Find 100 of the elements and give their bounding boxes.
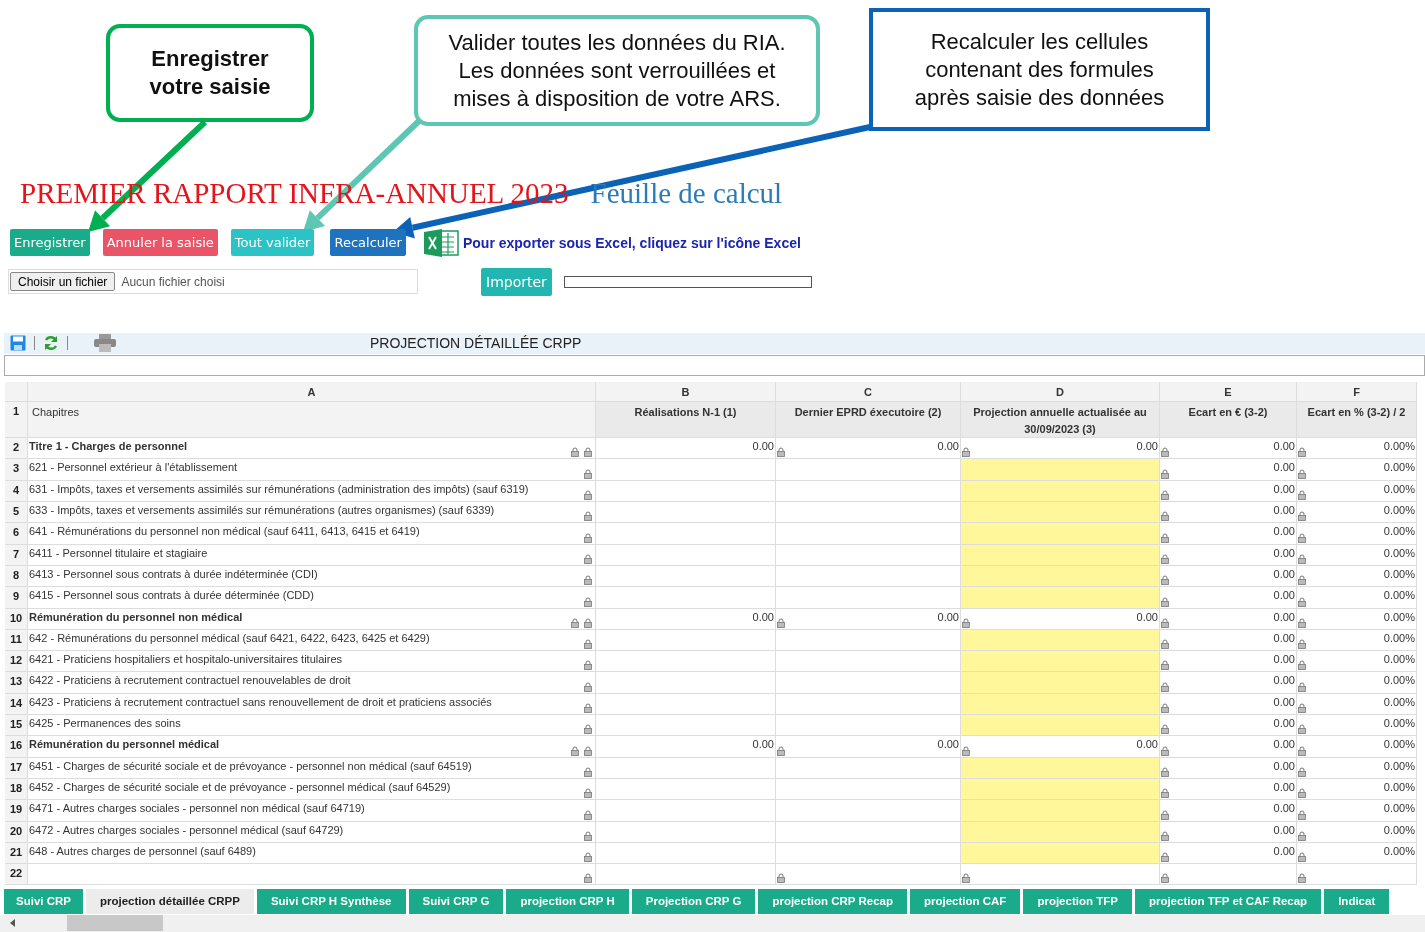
callout-text: Les données sont verrouillées et — [458, 56, 776, 85]
sheet-tab[interactable]: Suivi CRP H Synthèse — [256, 889, 406, 914]
input-cell[interactable] — [961, 651, 1160, 673]
input-cell[interactable] — [961, 693, 1160, 716]
row-number: 20 — [5, 821, 28, 843]
sheet-tab[interactable]: projection CRP H — [506, 889, 629, 914]
cell-value: 0.00% — [1383, 802, 1415, 817]
row-label: 642 - Rémunérations du personnel médical (sauf 6421, 6422, 6423, 6425 et 6429) — [29, 631, 430, 646]
cell-value: 0.00 — [1273, 567, 1295, 582]
input-cell[interactable] — [961, 778, 1160, 801]
lock-icon — [1161, 468, 1169, 479]
excel-export-link[interactable]: Pour exporter sous Excel, cliquez sur l'icône Excel — [462, 234, 801, 251]
input-cell[interactable] — [961, 523, 1160, 545]
sheet-tab[interactable]: Projection CRP G — [631, 889, 756, 914]
input-cell[interactable] — [961, 800, 1160, 822]
input-cell[interactable] — [961, 842, 1160, 865]
sheet-tab[interactable]: projection CRP Recap — [758, 889, 907, 914]
refresh-icon[interactable] — [43, 335, 59, 352]
row-number: 5 — [5, 502, 28, 524]
save-button[interactable]: Enregistrer — [10, 229, 90, 257]
input-cell[interactable] — [961, 544, 1160, 566]
input-cell[interactable] — [961, 715, 1160, 737]
scroll-left-icon[interactable] — [8, 918, 18, 929]
cell-value: 0.00 — [752, 610, 774, 625]
lock-icon — [1298, 660, 1306, 671]
choose-file-button[interactable]: Choisir un fichier — [10, 272, 116, 292]
sheet-tab[interactable]: Indicat — [1324, 889, 1390, 914]
row-label: Titre 1 - Charges de personnel — [29, 440, 188, 455]
column-header: F — [1297, 382, 1417, 403]
column-header: B — [596, 382, 776, 403]
input-cell[interactable] — [961, 565, 1160, 588]
lock-icon — [584, 617, 592, 628]
cell-value: 0.00% — [1383, 759, 1415, 774]
print-icon[interactable] — [94, 334, 116, 353]
recalc-button[interactable]: Recalculer — [330, 229, 406, 257]
sheet-tab[interactable]: Suivi CRP G — [408, 889, 504, 914]
lock-icon — [1298, 468, 1306, 479]
formula-bar[interactable] — [4, 354, 1425, 377]
input-cell[interactable] — [961, 480, 1160, 503]
cell-value: 0.00 — [1273, 759, 1295, 774]
row-label: 6423 - Praticiens à recrutement contractuel sans renouvellement de droit et praticiens associés — [29, 695, 492, 710]
cell-value: 0.00 — [937, 440, 959, 455]
lock-icon — [584, 639, 592, 650]
input-cell[interactable] — [961, 821, 1160, 843]
scroll-thumb[interactable] — [67, 915, 163, 932]
row-number: 17 — [5, 757, 28, 779]
sheet-tab[interactable]: projection CAF — [909, 889, 1021, 914]
cell-value: 0.00 — [752, 440, 774, 455]
input-cell[interactable] — [961, 459, 1160, 481]
validate-button[interactable]: Tout valider — [230, 229, 315, 257]
cell-value: 0.00% — [1383, 461, 1415, 476]
lock-icon — [1161, 553, 1169, 564]
row-label: 621 - Personnel extérieur à l'établissement — [29, 461, 238, 476]
row-number: 11 — [5, 629, 28, 652]
lock-icon — [1161, 852, 1169, 863]
sheet-tab[interactable]: projection détaillée CRPP — [85, 889, 254, 914]
lock-icon — [584, 490, 592, 501]
lock-icon — [584, 788, 592, 799]
cancel-button[interactable]: Annuler la saisie — [102, 229, 218, 257]
header-cell: Projection annuelle actualisée au 30/09/2023 (3) — [961, 402, 1160, 439]
callout-text: Valider toutes les données du RIA. — [448, 28, 786, 57]
horizontal-scrollbar[interactable] — [0, 914, 1425, 932]
lock-icon — [584, 745, 592, 756]
input-cell[interactable] — [961, 672, 1160, 694]
cell-value: 0.00% — [1383, 440, 1415, 455]
save-icon[interactable] — [10, 335, 26, 352]
header-cell: Chapitres — [28, 402, 596, 439]
input-cell[interactable] — [961, 757, 1160, 779]
column-header: C — [776, 382, 961, 403]
row-number: 13 — [5, 672, 28, 694]
sheet-tab[interactable]: projection TFP et CAF Recap — [1134, 889, 1322, 914]
row-number: 14 — [5, 693, 28, 716]
row-label: 6472 - Autres charges sociales - personnel médical (sauf 64729) — [29, 823, 344, 838]
cell-value: 0.00% — [1383, 738, 1415, 753]
lock-icon — [584, 532, 592, 543]
grid-corner — [5, 382, 28, 403]
lock-icon — [777, 447, 785, 458]
sheet-tab[interactable]: projection TFP — [1023, 889, 1132, 914]
lock-icon — [962, 617, 970, 628]
cell-value: 0.00 — [1136, 610, 1158, 625]
lock-icon — [1161, 724, 1169, 735]
row-number: 1 — [5, 402, 28, 439]
lock-icon — [1298, 852, 1306, 863]
cell-value: 0.00 — [1273, 461, 1295, 476]
sheet-tab[interactable]: Suivi CRP — [4, 889, 83, 914]
cell-value: 0.00 — [1273, 546, 1295, 561]
cell-value: 0.00% — [1383, 823, 1415, 838]
input-cell[interactable] — [961, 502, 1160, 524]
row-number: 22 — [5, 864, 28, 886]
input-cell[interactable] — [961, 629, 1160, 652]
cell-value: 0.00% — [1383, 589, 1415, 604]
input-cell[interactable] — [961, 587, 1160, 609]
cell-value: 0.00 — [1273, 802, 1295, 817]
lock-icon — [1161, 447, 1169, 458]
excel-icon[interactable] — [423, 227, 459, 258]
lock-icon — [584, 766, 592, 777]
cell-value: 0.00 — [1273, 844, 1295, 859]
file-input[interactable]: Choisir un fichier Aucun fichier choisi — [8, 269, 418, 295]
lock-icon — [1298, 617, 1306, 628]
import-button[interactable]: Importer — [481, 267, 552, 296]
